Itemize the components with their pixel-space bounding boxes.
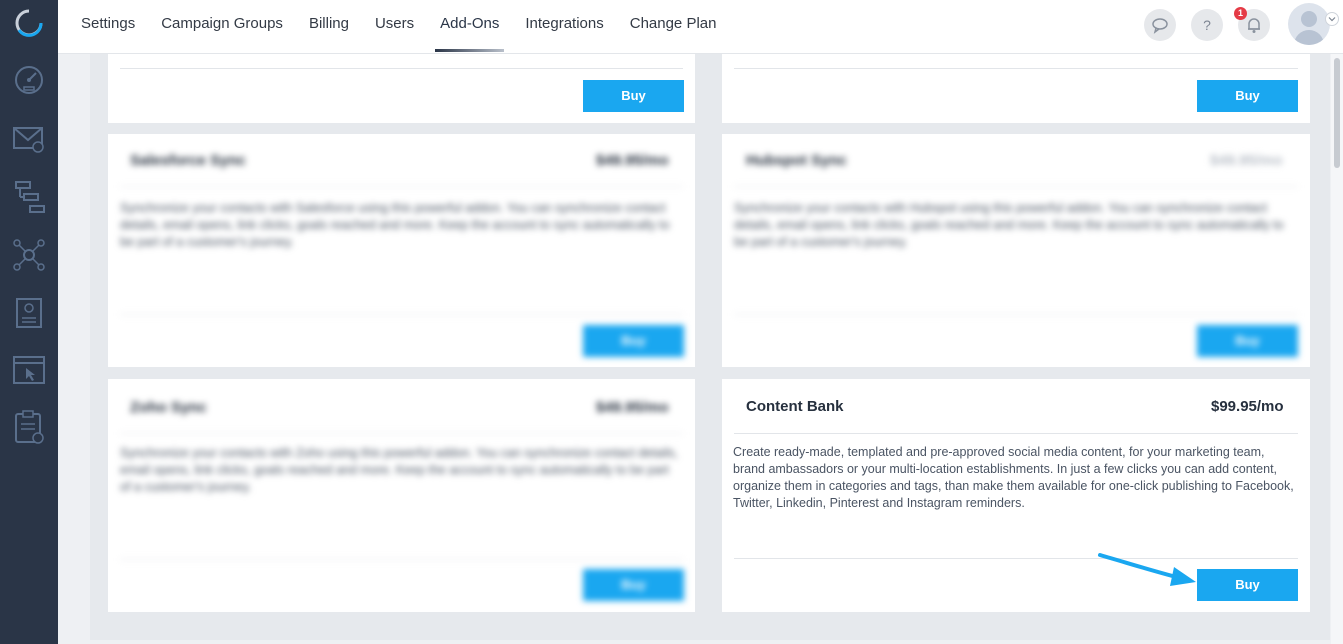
buy-button[interactable]: Buy xyxy=(583,569,684,601)
nav-users[interactable]: Users xyxy=(362,0,427,54)
card-title: Zoho Sync xyxy=(130,399,207,416)
nav-billing[interactable]: Billing xyxy=(296,0,362,54)
scrollbar-thumb[interactable] xyxy=(1334,58,1340,168)
card-title: Content Bank xyxy=(746,398,844,415)
card-price: $49.95/mo xyxy=(596,152,669,169)
card-title: Salesforce Sync xyxy=(130,152,246,169)
addon-card-zoho: Zoho Sync $49.95/mo Synchronize your con… xyxy=(108,379,695,612)
addon-card: Buy xyxy=(108,54,695,123)
addon-card-hubspot: Hubspot Sync $49.95/mo Synchronize your … xyxy=(722,134,1310,367)
clipboard-icon[interactable] xyxy=(12,410,46,444)
addon-card: Buy xyxy=(722,54,1310,123)
avatar[interactable] xyxy=(1288,3,1330,45)
app-logo-icon[interactable] xyxy=(14,8,44,38)
addon-card-salesforce: Salesforce Sync $49.95/mo Synchronize yo… xyxy=(108,134,695,367)
chat-icon[interactable] xyxy=(1144,9,1176,41)
card-price: $49.95/mo xyxy=(596,399,669,416)
buy-button[interactable]: Buy xyxy=(1197,80,1298,112)
pointer-arrow-icon xyxy=(1098,553,1196,586)
sidebar xyxy=(0,0,58,644)
help-symbol: ? xyxy=(1203,17,1211,33)
nav-settings[interactable]: Settings xyxy=(68,0,148,54)
addon-card-content-bank: Content Bank $99.95/mo Create ready-made… xyxy=(722,379,1310,612)
buy-button[interactable]: Buy xyxy=(1197,569,1298,601)
chevron-down-icon[interactable] xyxy=(1325,12,1339,26)
card-description: Synchronize your contacts with Hubspot u… xyxy=(734,201,1284,249)
nav-campaign-groups[interactable]: Campaign Groups xyxy=(148,0,296,54)
card-description: Synchronize your contacts with Zoho usin… xyxy=(120,446,678,494)
workflow-icon[interactable] xyxy=(12,180,46,214)
buy-button[interactable]: Buy xyxy=(583,325,684,357)
dashboard-icon[interactable] xyxy=(12,63,46,97)
email-icon[interactable] xyxy=(12,122,46,156)
notification-badge: 1 xyxy=(1234,7,1247,20)
buy-button[interactable]: Buy xyxy=(583,80,684,112)
main-nav: Settings Campaign Groups Billing Users A… xyxy=(68,0,729,54)
contact-card-icon[interactable] xyxy=(12,296,46,330)
buy-button[interactable]: Buy xyxy=(1197,325,1298,357)
nav-add-ons[interactable]: Add-Ons xyxy=(427,0,512,54)
card-title: Hubspot Sync xyxy=(746,152,847,169)
help-icon[interactable]: ? xyxy=(1191,9,1223,41)
card-price: $99.95/mo xyxy=(1211,398,1284,415)
card-description: Synchronize your contacts with Salesforc… xyxy=(120,201,670,249)
nav-change-plan[interactable]: Change Plan xyxy=(617,0,730,54)
page-scrollbar[interactable] xyxy=(1331,54,1343,644)
network-icon[interactable] xyxy=(12,238,46,272)
card-price: $49.95/mo xyxy=(1210,152,1283,169)
browser-cursor-icon[interactable] xyxy=(12,353,46,387)
nav-integrations[interactable]: Integrations xyxy=(512,0,616,54)
card-description: Create ready-made, templated and pre-app… xyxy=(733,445,1294,510)
